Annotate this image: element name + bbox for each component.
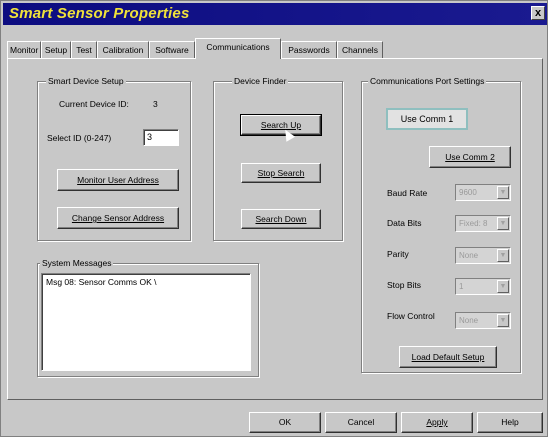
cancel-label: Cancel	[347, 417, 375, 427]
tab-communications[interactable]: Communications	[195, 38, 281, 59]
select-id-input[interactable]: 3	[143, 129, 179, 146]
title-bar[interactable]: Smart Sensor Properties x	[3, 3, 547, 25]
data-bits-value: Fixed: 8	[459, 219, 488, 228]
system-messages-list[interactable]: Msg 08: Sensor Comms OK \	[41, 273, 251, 371]
comm-port-settings-title: Communications Port Settings	[368, 76, 487, 86]
flow-control-label: Flow Control	[387, 311, 435, 321]
select-id-label: Select ID (0-247)	[47, 133, 112, 143]
tab-calibration[interactable]: Calibration	[97, 41, 149, 58]
active-comm-port-status: Use Comm 1	[386, 108, 468, 130]
cancel-button[interactable]: Cancel	[325, 412, 397, 433]
monitor-user-address-button[interactable]: Monitor User Address	[57, 169, 179, 191]
system-messages-title: System Messages	[40, 258, 114, 268]
device-finder-title: Device Finder	[232, 76, 289, 86]
baud-rate-select[interactable]: 9600 ▼	[455, 184, 511, 201]
chevron-down-icon: ▼	[497, 249, 509, 262]
flow-control-value: None	[459, 316, 479, 325]
use-comm2-label: Use Comm 2	[445, 152, 495, 162]
flow-control-select[interactable]: None ▼	[455, 312, 511, 329]
system-message-line: Msg 08: Sensor Comms OK \	[46, 277, 157, 287]
tab-test[interactable]: Test	[71, 41, 97, 58]
smart-device-setup-title: Smart Device Setup	[46, 76, 126, 86]
ok-label: OK	[278, 417, 292, 427]
ok-button[interactable]: OK	[249, 412, 321, 433]
tab-monitor[interactable]: Monitor	[7, 41, 41, 58]
tab-passwords[interactable]: Passwords	[281, 41, 337, 58]
parity-label: Parity	[387, 249, 409, 259]
stop-bits-select[interactable]: 1 ▼	[455, 278, 511, 295]
parity-value: None	[459, 251, 479, 260]
window-title: Smart Sensor Properties	[9, 5, 190, 22]
apply-label: Apply	[426, 417, 448, 427]
apply-button[interactable]: Apply	[401, 412, 473, 433]
baud-rate-value: 9600	[459, 188, 477, 197]
load-default-setup-button[interactable]: Load Default Setup	[399, 346, 497, 368]
parity-select[interactable]: None ▼	[455, 247, 511, 264]
tab-setup[interactable]: Setup	[41, 41, 71, 58]
chevron-down-icon: ▼	[497, 280, 509, 293]
help-button[interactable]: Help	[477, 412, 543, 433]
search-down-label: Search Down	[255, 214, 307, 224]
baud-rate-label: Baud Rate	[387, 188, 428, 198]
current-device-id-value: 3	[153, 99, 158, 109]
stop-bits-label: Stop Bits	[387, 280, 422, 290]
stop-search-button[interactable]: Stop Search	[241, 163, 321, 183]
help-label: Help	[501, 417, 519, 427]
monitor-user-address-label: Monitor User Address	[77, 175, 159, 185]
chevron-down-icon: ▼	[497, 217, 509, 230]
change-sensor-address-button[interactable]: Change Sensor Address	[57, 207, 179, 229]
tab-channels[interactable]: Channels	[337, 41, 383, 58]
dialog-window: Smart Sensor Properties x Monitor Setup …	[0, 0, 548, 437]
close-button[interactable]: x	[531, 6, 545, 20]
stop-search-label: Stop Search	[257, 168, 305, 178]
data-bits-label: Data Bits	[387, 218, 422, 228]
current-device-id-label: Current Device ID:	[59, 99, 129, 109]
stop-bits-value: 1	[459, 282, 464, 291]
search-down-button[interactable]: Search Down	[241, 209, 321, 229]
chevron-down-icon: ▼	[497, 186, 509, 199]
tab-software[interactable]: Software	[149, 41, 195, 58]
use-comm2-button[interactable]: Use Comm 2	[429, 146, 511, 168]
data-bits-select[interactable]: Fixed: 8 ▼	[455, 215, 511, 232]
load-default-setup-label: Load Default Setup	[411, 352, 485, 362]
change-sensor-address-label: Change Sensor Address	[71, 213, 165, 223]
chevron-down-icon: ▼	[497, 314, 509, 327]
